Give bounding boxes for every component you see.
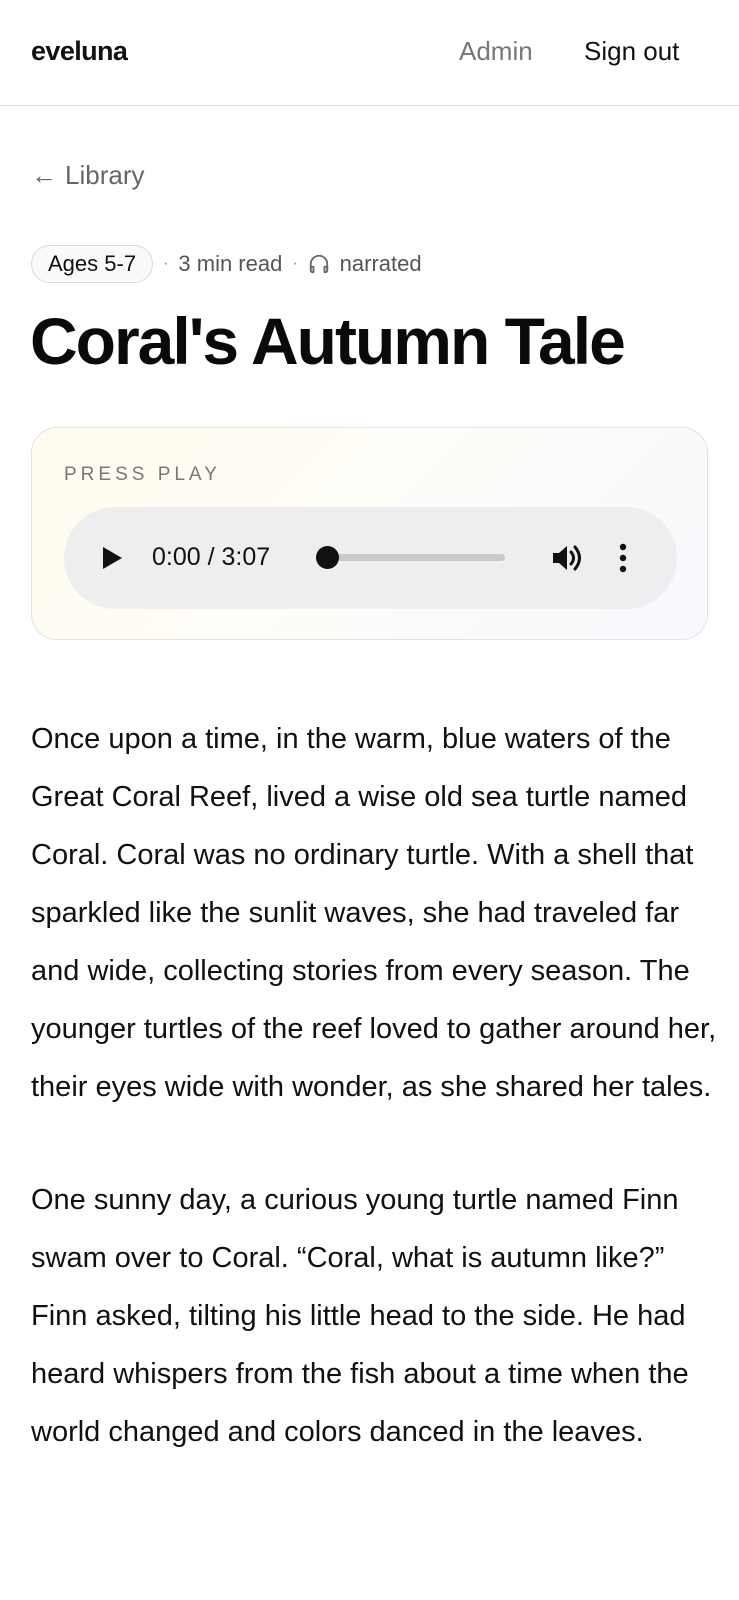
seek-thumb[interactable]	[316, 546, 339, 569]
story-body: Once upon a time, in the warm, blue wate…	[31, 710, 721, 1516]
admin-link[interactable]: Admin	[459, 36, 533, 67]
meta-separator: ·	[292, 255, 298, 272]
volume-icon	[553, 545, 581, 571]
story-title: Coral's Autumn Tale	[30, 304, 626, 378]
story-meta: Ages 5-7 · 3 min read · narrated	[31, 245, 422, 283]
story-paragraph: One sunny day, a curious young turtle na…	[31, 1184, 689, 1448]
more-options-button[interactable]	[617, 543, 629, 573]
story-paragraph: Once upon a time, in the warm, blue wate…	[31, 723, 717, 1103]
headphones-icon	[308, 253, 330, 275]
top-bar: eveluna Admin Sign out	[0, 0, 739, 106]
back-link-label: Library	[65, 160, 145, 190]
arrow-left-icon: ←	[31, 160, 57, 190]
read-time: 3 min read	[178, 251, 283, 276]
volume-button[interactable]	[551, 543, 585, 573]
time-display: 0:00 / 3:07	[152, 543, 271, 571]
seek-bar[interactable]	[316, 546, 505, 569]
sign-out-link[interactable]: Sign out	[584, 36, 679, 67]
more-vertical-icon	[619, 543, 627, 573]
audio-player: 0:00 / 3:07	[64, 507, 677, 609]
narrated-label: narrated	[339, 251, 422, 276]
audio-player-card: PRESS PLAY 0:00 / 3:07	[31, 427, 708, 640]
press-play-label: PRESS PLAY	[64, 464, 221, 485]
age-badge: Ages 5-7	[31, 245, 154, 283]
play-button[interactable]	[100, 545, 124, 571]
play-icon	[103, 547, 122, 569]
back-to-library-link[interactable]: ← Library	[31, 160, 144, 191]
brand-logo[interactable]: eveluna	[31, 36, 128, 67]
meta-separator: ·	[163, 255, 169, 272]
